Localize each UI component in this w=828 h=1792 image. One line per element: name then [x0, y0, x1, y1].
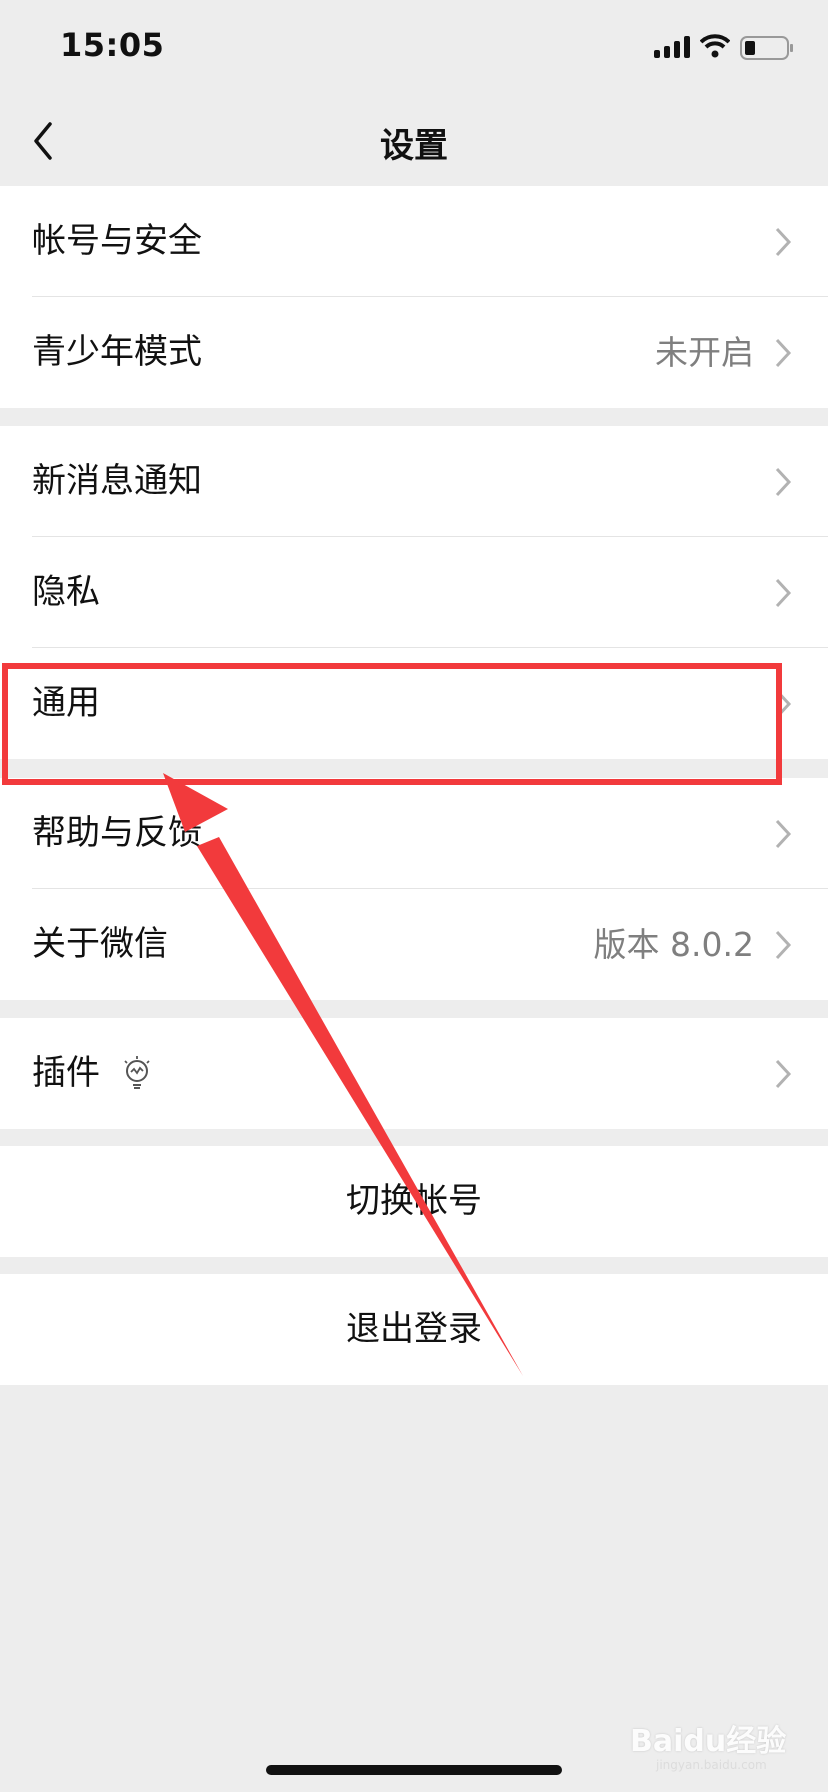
baidu-watermark-url: jingyan.baidu.com: [656, 1758, 767, 1772]
red-arrow-annotation: [163, 773, 523, 1376]
home-indicator[interactable]: [266, 1765, 562, 1775]
baidu-watermark: Baidu经验: [630, 1724, 787, 1759]
